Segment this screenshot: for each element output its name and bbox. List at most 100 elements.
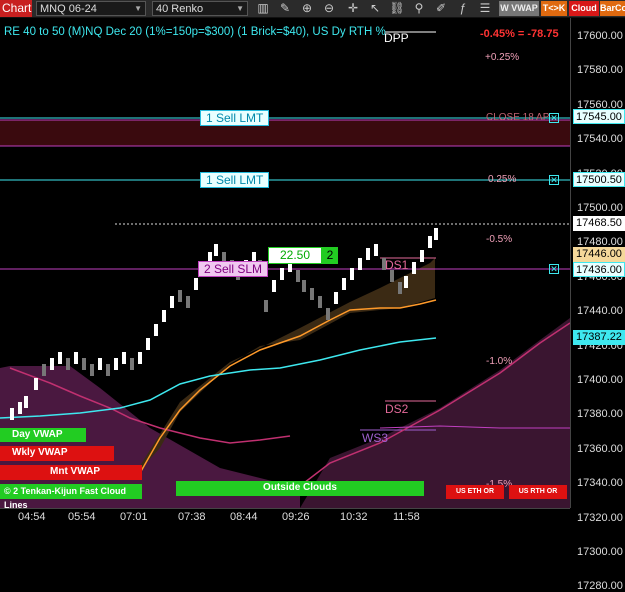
sell-slm-order[interactable]: 2 Sell SLM — [198, 261, 269, 277]
renko-brick — [194, 278, 198, 290]
outside-clouds-tag: Outside Clouds — [176, 481, 424, 496]
renko-brick — [272, 280, 276, 292]
zoom-out-icon[interactable]: ⊖ — [320, 0, 338, 17]
properties-icon[interactable]: ☰ — [476, 0, 494, 17]
renko-brick — [374, 244, 378, 256]
chevron-down-icon: ▼ — [236, 4, 244, 13]
wvwap-button[interactable]: W VWAP — [499, 1, 539, 16]
price-tick: 17340.00 — [577, 477, 623, 490]
renko-brick — [66, 358, 70, 370]
pct-label-025: 0.25% — [488, 174, 517, 185]
price-tick: 17540.00 — [577, 133, 623, 146]
renko-brick — [366, 248, 370, 260]
chart-panel[interactable]: RE 40 to 50 (M)NQ Dec 20 (1%=150p=$300) … — [0, 18, 570, 508]
barco-button[interactable]: BarCo — [600, 1, 625, 16]
renko-brick — [18, 402, 22, 414]
chevron-down-icon: ▼ — [134, 4, 142, 13]
bar-style-icon[interactable]: ▥ — [254, 0, 272, 17]
sell-lmt-order-1[interactable]: 1 Sell LMT — [200, 110, 270, 126]
position-pnl[interactable]: 22.50 — [268, 247, 322, 264]
sell-lmt-order-2[interactable]: 1 Sell LMT — [200, 172, 270, 188]
indicators-icon[interactable]: ƒ — [454, 0, 472, 17]
pct-label-plus025: +0.25% — [485, 52, 520, 63]
renko-brick — [106, 364, 110, 376]
price-axis[interactable]: 17600.0017580.0017560.0017540.0017520.00… — [570, 18, 625, 592]
price-tick: 17440.00 — [577, 305, 623, 318]
pin-icon[interactable]: ⚲ — [410, 0, 428, 17]
tk-button[interactable]: T<>K — [541, 1, 567, 16]
price-tick: 17400.00 — [577, 374, 623, 386]
renko-brick — [24, 396, 28, 408]
price-tick: 17300.00 — [577, 546, 623, 558]
edit-icon[interactable]: ✐ — [432, 0, 450, 17]
renko-brick — [428, 236, 432, 248]
renko-brick — [82, 358, 86, 370]
time-axis[interactable]: 04:54 05:54 07:01 07:38 08:44 09:26 10:3… — [0, 508, 570, 527]
bar-type-selector[interactable]: 40 Renko ▼ — [152, 1, 248, 16]
renko-brick — [98, 358, 102, 370]
us-rth-or-tag: US RTH OR — [509, 485, 567, 499]
price-tick: 17600.00 — [577, 30, 623, 42]
day-vwap-tag: Day VWAP — [0, 428, 86, 442]
cloud-button[interactable]: Cloud — [569, 1, 599, 16]
copyright-label: © 2 — [4, 486, 19, 496]
position-qty[interactable]: 2 — [322, 247, 338, 264]
bar-type-label: 40 Renko — [156, 3, 204, 15]
drawing-tools-icon[interactable]: ✎ — [276, 0, 294, 17]
resistance-band — [0, 120, 570, 146]
renko-brick — [214, 244, 218, 256]
price-tick: 17360.00 — [577, 442, 623, 455]
renko-brick — [42, 364, 46, 376]
instrument-label: MNQ 06-24 — [40, 3, 97, 15]
renko-brick — [50, 358, 54, 370]
renko-brick — [350, 268, 354, 280]
cancel-order-icon[interactable]: ✕ — [549, 113, 559, 123]
zoom-in-icon[interactable]: ⊕ — [298, 0, 316, 17]
renko-brick — [342, 278, 346, 290]
renko-brick — [162, 310, 166, 322]
time-tick: 04:54 — [18, 511, 46, 523]
time-tick: 11:58 — [393, 511, 420, 523]
renko-brick — [318, 296, 322, 308]
renko-brick — [434, 228, 438, 240]
renko-brick — [122, 352, 126, 364]
renko-brick — [404, 276, 408, 288]
cancel-order-icon[interactable]: ✕ — [549, 264, 559, 274]
renko-brick — [186, 296, 190, 308]
ds1-label: DS1 — [385, 258, 409, 272]
price-tick: 17280.00 — [577, 580, 623, 592]
renko-brick — [296, 270, 300, 282]
renko-brick — [146, 338, 150, 350]
toolbar: Chart MNQ 06-24 ▼ 40 Renko ▼ ▥ ✎ ⊕ ⊖ ✛ ↖… — [0, 0, 625, 18]
tenkan-kijun-tag: © 2 Tenkan-Kijun Fast Cloud Lines — [0, 484, 142, 508]
ds2-label: DS2 — [385, 402, 409, 416]
renko-brick — [302, 280, 306, 292]
arrow-icon[interactable]: ↖ — [366, 0, 384, 17]
renko-brick — [10, 408, 14, 420]
price-tick: 17380.00 — [577, 408, 623, 421]
link-icon[interactable]: ⛓ — [388, 0, 406, 17]
time-tick: 07:38 — [178, 511, 206, 523]
renko-brick — [170, 296, 174, 308]
renko-brick — [358, 258, 362, 270]
wkly-vwap-tag: Wkly VWAP — [0, 446, 114, 461]
price-tick: 17580.00 — [577, 64, 623, 77]
renko-brick — [326, 308, 330, 320]
chart-title: Chart — [0, 0, 32, 17]
price-box-sell-lmt-1: 17545.00 — [573, 109, 625, 124]
renko-brick — [420, 250, 424, 262]
renko-brick — [138, 352, 142, 364]
crosshair-icon[interactable]: ✛ — [344, 0, 362, 17]
renko-brick — [412, 262, 416, 274]
price-box-sell-slm: 17436.00 — [573, 262, 625, 277]
renko-brick — [130, 358, 134, 370]
pct-label-minus1: -1.0% — [486, 356, 513, 367]
instrument-selector[interactable]: MNQ 06-24 ▼ — [36, 1, 146, 16]
renko-brick — [264, 300, 268, 312]
cancel-order-icon[interactable]: ✕ — [549, 175, 559, 185]
price-box-last: 17468.50 — [573, 216, 625, 231]
price-tick: 17500.00 — [577, 202, 623, 214]
mnt-vwap-tag: Mnt VWAP — [0, 465, 142, 480]
price-tick: 17320.00 — [577, 511, 623, 524]
time-tick: 09:26 — [282, 511, 310, 523]
